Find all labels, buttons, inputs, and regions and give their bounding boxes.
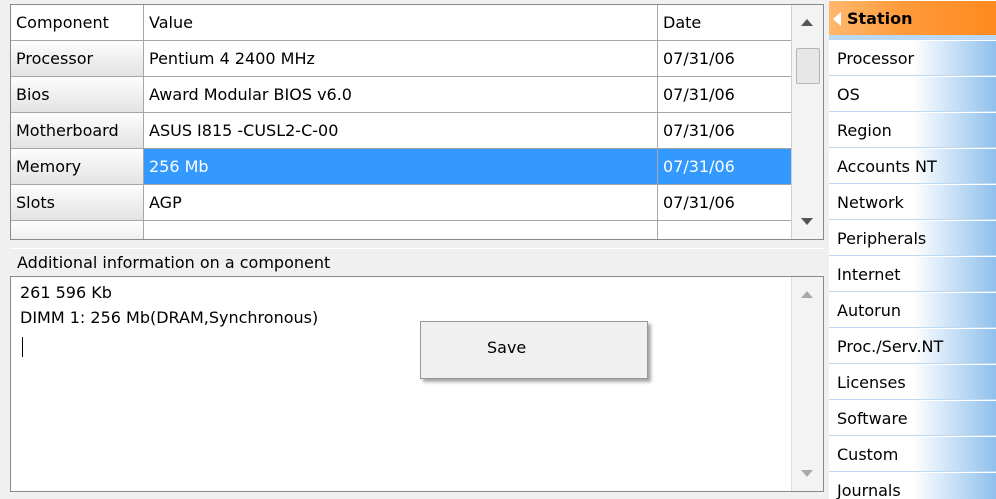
nav-item-label: Station <box>847 8 913 28</box>
row-date: 07/31/06 <box>658 113 792 148</box>
table-row-partial <box>11 221 792 239</box>
memo-line: DIMM 1: 256 Mb(DRAM,Synchronous) <box>20 308 319 327</box>
category-nav: Station Processor OS Region Accounts NT … <box>829 0 996 499</box>
nav-item-licenses[interactable]: Licenses <box>829 364 996 399</box>
nav-item-custom[interactable]: Custom <box>829 436 996 471</box>
nav-item-peripherals[interactable]: Peripherals <box>829 220 996 255</box>
row-date: 07/31/06 <box>658 149 792 184</box>
row-value: Award Modular BIOS v6.0 <box>144 77 658 112</box>
table-row[interactable]: Motherboard ASUS I815 -CUSL2-C-00 07/31/… <box>11 113 792 149</box>
nav-item-label: Autorun <box>837 300 902 320</box>
arrow-down-icon[interactable] <box>801 470 813 477</box>
row-component: Processor <box>11 41 144 76</box>
arrow-down-icon[interactable] <box>801 218 813 225</box>
column-header-component[interactable]: Component <box>11 5 144 40</box>
table-row[interactable]: Processor Pentium 4 2400 MHz 07/31/06 <box>11 41 792 77</box>
row-component: Memory <box>11 149 144 184</box>
nav-item-label: Proc./Serv.NT <box>837 336 944 356</box>
table-row[interactable]: Bios Award Modular BIOS v6.0 07/31/06 <box>11 77 792 113</box>
row-value: AGP <box>144 185 658 220</box>
row-component <box>11 221 144 239</box>
nav-item-os[interactable]: OS <box>829 76 996 111</box>
nav-item-internet[interactable]: Internet <box>829 256 996 291</box>
row-date: 07/31/06 <box>658 41 792 76</box>
row-value: ASUS I815 -CUSL2-C-00 <box>144 113 658 148</box>
additional-info-memo[interactable]: 261 596 Kb DIMM 1: 256 Mb(DRAM,Synchrono… <box>10 276 824 492</box>
nav-item-label: Licenses <box>837 372 906 392</box>
row-date <box>658 221 792 239</box>
row-value: 256 Mb <box>144 149 658 184</box>
nav-item-label: OS <box>837 84 860 104</box>
nav-item-label: Internet <box>837 264 901 284</box>
nav-item-software[interactable]: Software <box>829 400 996 435</box>
row-date: 07/31/06 <box>658 77 792 112</box>
nav-item-label: Region <box>837 120 892 140</box>
table-row[interactable]: Slots AGP 07/31/06 <box>11 185 792 221</box>
row-component: Motherboard <box>11 113 144 148</box>
arrow-up-icon[interactable] <box>801 19 813 26</box>
nav-item-label: Journals <box>837 480 901 499</box>
nav-item-proc-serv-nt[interactable]: Proc./Serv.NT <box>829 328 996 363</box>
nav-item-accounts-nt[interactable]: Accounts NT <box>829 148 996 183</box>
nav-item-processor[interactable]: Processor <box>829 40 996 75</box>
row-value <box>144 221 658 239</box>
nav-item-label: Processor <box>837 48 915 68</box>
nav-item-label: Software <box>837 408 908 428</box>
nav-item-region[interactable]: Region <box>829 112 996 147</box>
column-header-value[interactable]: Value <box>144 5 658 40</box>
arrow-up-icon[interactable] <box>801 291 813 298</box>
memo-scrollbar[interactable] <box>791 277 823 491</box>
column-header-date[interactable]: Date <box>658 5 792 40</box>
nav-item-label: Peripherals <box>837 228 927 248</box>
nav-item-journals[interactable]: Journals <box>829 472 996 499</box>
row-component: Slots <box>11 185 144 220</box>
grid-scrollbar[interactable] <box>791 5 823 239</box>
save-menu-item[interactable]: Save <box>487 338 526 357</box>
table-row-selected[interactable]: Memory 256 Mb 07/31/06 <box>11 149 792 185</box>
additional-info-caption: Additional information on a component <box>10 248 824 276</box>
memo-line: 261 596 Kb <box>20 283 112 302</box>
row-value: Pentium 4 2400 MHz <box>144 41 658 76</box>
text-caret <box>22 337 23 357</box>
nav-item-label: Network <box>837 192 904 212</box>
row-date: 07/31/06 <box>658 185 792 220</box>
triangle-left-icon <box>833 12 841 26</box>
nav-item-network[interactable]: Network <box>829 184 996 219</box>
scrollbar-thumb[interactable] <box>796 48 820 84</box>
nav-item-autorun[interactable]: Autorun <box>829 292 996 327</box>
row-component: Bios <box>11 77 144 112</box>
component-grid[interactable]: Component Value Date Processor Pentium 4… <box>10 4 824 240</box>
nav-item-station[interactable]: Station <box>829 0 996 35</box>
nav-item-label: Accounts NT <box>837 156 937 176</box>
nav-item-label: Custom <box>837 444 899 464</box>
context-menu[interactable]: Save <box>420 321 648 379</box>
grid-header-row: Component Value Date <box>11 5 792 41</box>
